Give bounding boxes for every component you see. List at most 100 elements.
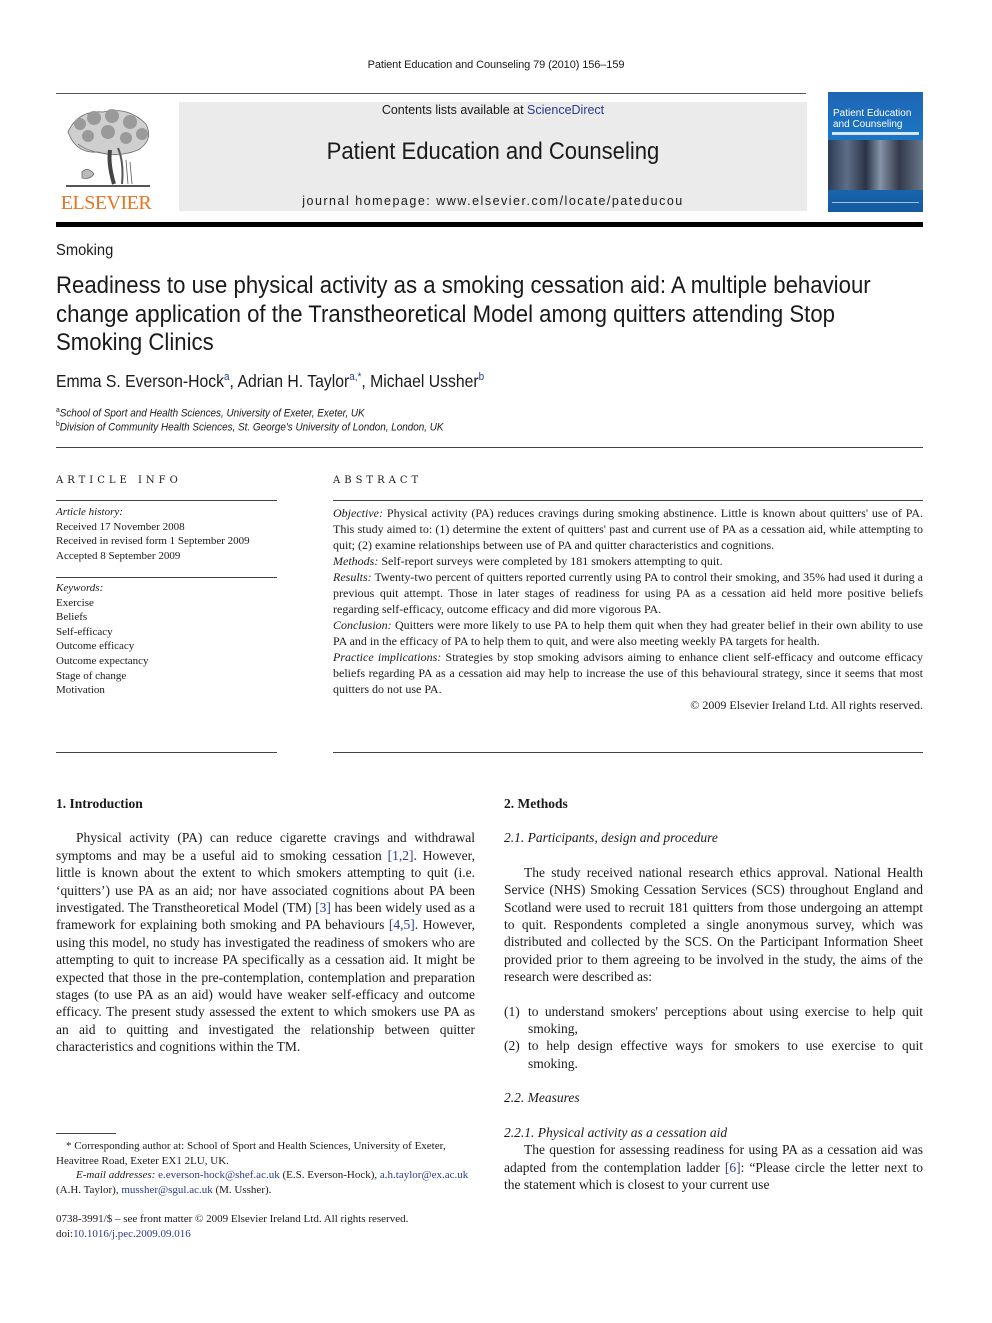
author-affiliation-ref[interactable]: a,*: [349, 371, 361, 383]
article-title: Readiness to use physical activity as a …: [56, 272, 871, 356]
citation-link[interactable]: [1,2]: [388, 848, 414, 863]
list-number: (2): [504, 1038, 520, 1054]
elsevier-wordmark: ELSEVIER: [60, 192, 152, 214]
aims-list-item: (2) to help design effective ways for smo…: [504, 1037, 923, 1072]
article-history: Article history: Received 17 November 20…: [56, 505, 278, 563]
history-item: Received 17 November 2008: [56, 520, 185, 533]
keyword: Exercise: [56, 596, 94, 609]
list-text: to understand smokers' perceptions about…: [528, 1003, 923, 1037]
journal-cover-image[interactable]: Patient Education and Counseling: [828, 92, 923, 212]
cover-title: Patient Education and Counseling: [833, 108, 911, 130]
publisher-logo[interactable]: ELSEVIER: [54, 100, 158, 214]
introduction-section: 1. Introduction Physical activity (PA) c…: [56, 795, 475, 1056]
front-matter: 0738-3991/$ – see front matter © 2009 El…: [56, 1212, 475, 1241]
abstract-text: Physical activity (PA) reduces cravings …: [333, 506, 923, 552]
article-info-heading: ARTICLE INFO: [56, 475, 182, 486]
author-list: Emma S. Everson-Hocka, Adrian H. Taylora…: [56, 371, 485, 391]
abstract-heading: ABSTRACT: [333, 475, 423, 486]
keyword: Stage of change: [56, 669, 127, 682]
citation-link[interactable]: [4,5]: [389, 917, 415, 932]
keyword: Outcome efficacy: [56, 640, 135, 653]
cover-footer: [832, 202, 919, 209]
header-rule: [56, 93, 806, 94]
masthead-rule: [56, 222, 923, 227]
email-owner: (M. Ussher).: [212, 1183, 272, 1196]
list-number: (1): [504, 1003, 520, 1019]
issn-line: 0738-3991/$ – see front matter © 2009 El…: [56, 1213, 409, 1225]
list-text: to help design effective ways for smoker…: [528, 1038, 923, 1071]
affiliation-rule: [56, 447, 923, 448]
running-head: Patient Education and Counseling 79 (201…: [367, 59, 625, 71]
abstract-copyright: © 2009 Elsevier Ireland Ltd. All rights …: [690, 698, 923, 712]
email-label: E-mail addresses:: [76, 1169, 156, 1181]
affiliation: bDivision of Community Health Sciences, …: [56, 419, 444, 434]
corresponding-author-note: * Corresponding author at: School of Spo…: [56, 1140, 446, 1167]
paragraph-text: . However, using this model, no study ha…: [56, 917, 476, 1055]
affiliation-text: Division of Community Health Sciences, S…: [59, 421, 444, 434]
doi-link[interactable]: 10.1016/j.pec.2009.09.016: [73, 1228, 191, 1240]
doi-line: doi:10.1016/j.pec.2009.09.016: [56, 1227, 475, 1242]
abstract-body: Objective: Physical activity (PA) reduce…: [333, 505, 923, 713]
abstract-label: Methods:: [333, 554, 379, 568]
keywords-rule: [56, 577, 277, 578]
subsection-heading: 2.1. Participants, design and procedure: [504, 830, 718, 846]
contents-prefix: Contents lists available at: [381, 103, 528, 117]
abstract-label: Practice implications:: [333, 650, 442, 664]
citation-link[interactable]: [3]: [315, 900, 331, 915]
abstract-results: Results: Twenty-two percent of quitters …: [333, 569, 923, 617]
author-name[interactable]: Emma S. Everson-Hock: [56, 371, 224, 391]
methods-paragraph: The study received national research eth…: [504, 864, 923, 985]
abstract-text: Twenty-two percent of quitters reported …: [333, 570, 923, 616]
email-link[interactable]: mussher@sgul.ac.uk: [121, 1184, 212, 1196]
cover-title-line1: Patient Education: [833, 108, 912, 119]
keyword: Beliefs: [56, 611, 88, 624]
journal-banner: Contents lists available at ScienceDirec…: [179, 102, 807, 211]
history-item: Received in revised form 1 September 200…: [56, 535, 250, 548]
elsevier-tree-icon: [66, 109, 150, 187]
affiliation: aSchool of Sport and Health Sciences, Un…: [56, 405, 365, 420]
methods-heading: 2. Methods: [504, 796, 568, 811]
history-item: Accepted 8 September 2009: [56, 549, 181, 562]
journal-homepage[interactable]: journal homepage: www.elsevier.com/locat…: [179, 194, 807, 208]
contents-line: Contents lists available at ScienceDirec…: [179, 102, 807, 118]
history-label: Article history:: [56, 506, 123, 518]
methods-paragraph: The question for assessing readiness for…: [504, 1141, 923, 1193]
keywords-label: Keywords:: [56, 582, 104, 594]
author-affiliation-ref[interactable]: a: [224, 371, 230, 383]
journal-title: Patient Education and Counseling: [326, 138, 660, 165]
abstract-text: Quitters were more likely to use PA to h…: [333, 618, 923, 648]
email-addresses: E-mail addresses: e.everson-hock@shef.ac…: [56, 1168, 475, 1197]
email-owner: (A.H. Taylor),: [56, 1183, 122, 1196]
sciencedirect-link[interactable]: ScienceDirect: [527, 103, 604, 117]
abstract-text: Self-report surveys were completed by 18…: [378, 554, 723, 568]
abstract-label: Objective:: [333, 506, 383, 520]
cover-title-line2: and Counseling: [833, 119, 903, 130]
introduction-heading: 1. Introduction: [56, 796, 143, 811]
article-info-bottom-rule: [56, 752, 277, 753]
cover-photo-strip: [828, 140, 923, 190]
footnote-rule: [56, 1133, 116, 1134]
keywords: Keywords: Exercise Beliefs Self-efficacy…: [56, 581, 278, 698]
email-link[interactable]: a.h.taylor@ex.ac.uk: [380, 1169, 468, 1181]
author-name[interactable]: Adrian H. Taylor: [237, 371, 349, 391]
subsubsection-heading: 2.2.1. Physical activity as a cessation …: [504, 1124, 728, 1140]
footnotes: * Corresponding author at: School of Spo…: [56, 1139, 475, 1197]
author-affiliation-ref[interactable]: b: [479, 371, 485, 383]
email-owner: (E.S. Everson-Hock),: [279, 1169, 378, 1181]
aims-list-item: (1) to understand smokers' perceptions ab…: [504, 1003, 923, 1038]
article-section-label: Smoking: [56, 242, 114, 259]
citation-link[interactable]: [6]: [725, 1160, 741, 1175]
abstract-objective: Objective: Physical activity (PA) reduce…: [333, 505, 923, 553]
abstract-label: Results:: [333, 570, 372, 584]
author-name[interactable]: Michael Ussher: [370, 371, 479, 391]
subsection-heading: 2.2. Measures: [504, 1090, 580, 1106]
abstract-bottom-rule: [333, 752, 923, 753]
affiliation-text: School of Sport and Health Sciences, Uni…: [59, 407, 365, 420]
abstract-conclusion: Conclusion: Quitters were more likely to…: [333, 617, 923, 649]
abstract-practice-implications: Practice implications: Strategies by sto…: [333, 649, 923, 697]
abstract-methods: Methods: Self-report surveys were comple…: [333, 553, 923, 569]
methods-section: 2. Methods 2.1. Participants, design and…: [504, 795, 923, 1193]
abstract-label: Conclusion:: [333, 618, 392, 632]
doi-prefix: doi:: [56, 1227, 74, 1240]
email-link[interactable]: e.everson-hock@shef.ac.uk: [158, 1169, 280, 1181]
